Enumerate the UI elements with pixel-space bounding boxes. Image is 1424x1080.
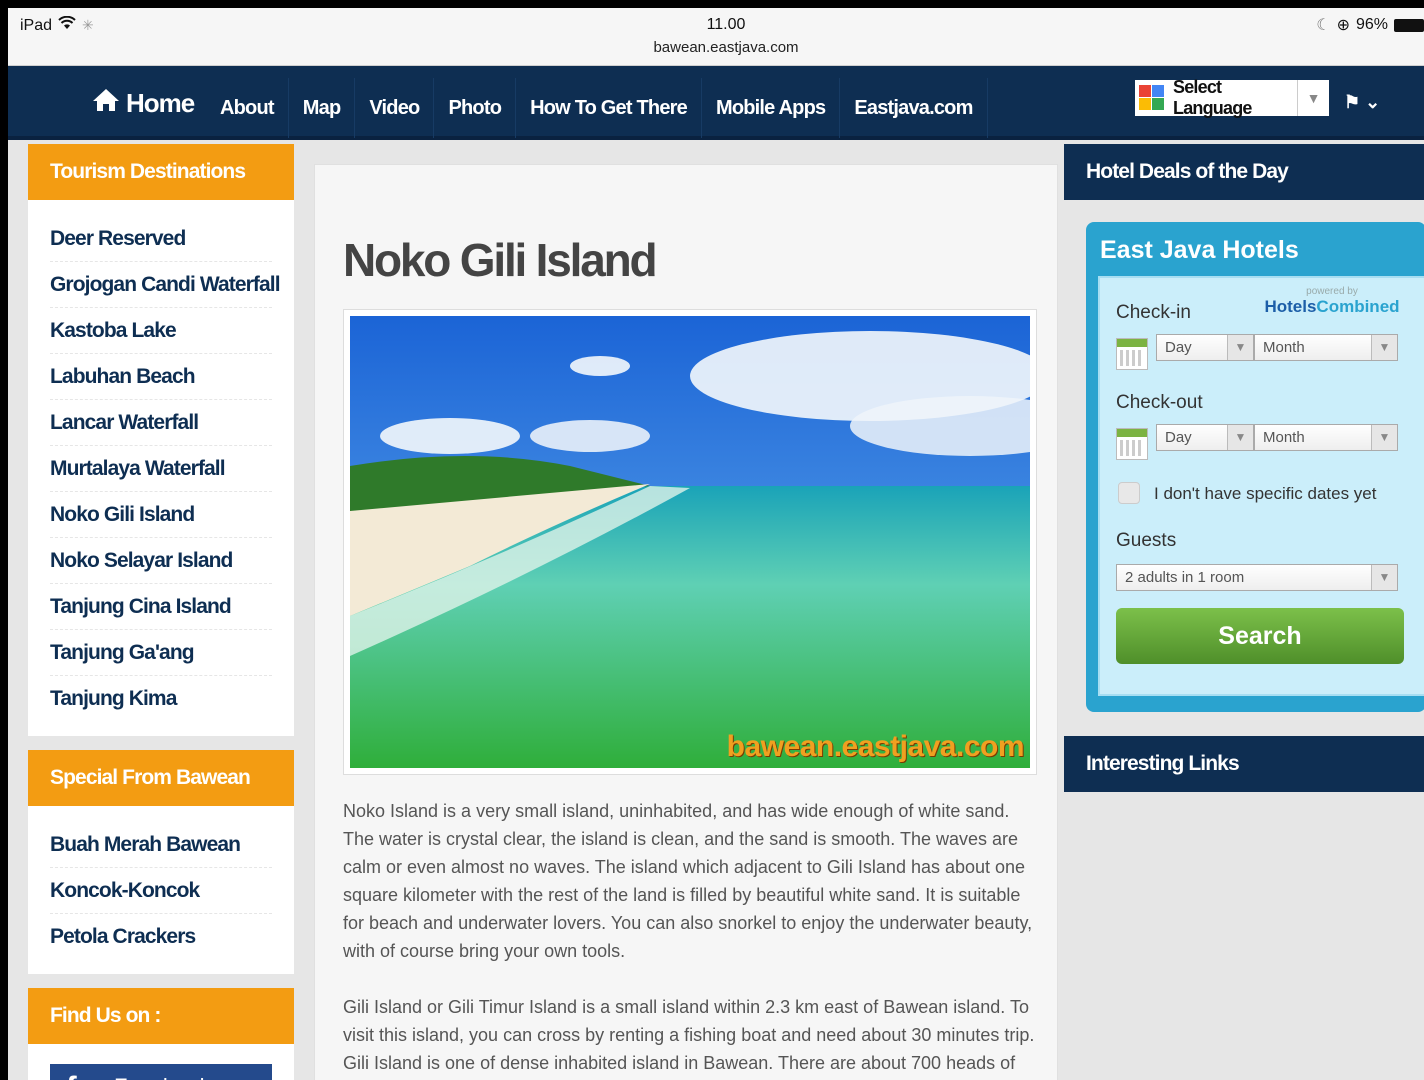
checkin-calendar-icon[interactable] (1116, 338, 1148, 370)
sidebar-item-tanjung-cina[interactable]: Tanjung Cina Island (50, 584, 272, 630)
checkin-day-select[interactable]: Day ▼ (1156, 334, 1254, 361)
checkin-month-value: Month (1263, 339, 1305, 356)
nav-photo[interactable]: Photo (434, 78, 517, 138)
sidebar-item-labuhan[interactable]: Labuhan Beach (50, 354, 272, 400)
sidebar-item-kastoba[interactable]: Kastoba Lake (50, 308, 272, 354)
hc-brand-b: Combined (1316, 297, 1400, 316)
checkout-day-select[interactable]: Day ▼ (1156, 424, 1254, 451)
guests-value: 2 adults in 1 room (1125, 569, 1245, 586)
article-paragraph-1: Noko Island is a very small island, unin… (343, 801, 1033, 961)
special-list: Buah Merah Bawean Koncok-Koncok Petola C… (28, 806, 294, 974)
widget-form: powered by HotelsCombined Check-in Day ▼… (1098, 276, 1424, 696)
hotel-search-widget: East Java Hotels powered by HotelsCombin… (1086, 222, 1424, 712)
photo-watermark: bawean.eastjava.com (726, 730, 1025, 763)
hc-brand-a: Hotels (1264, 297, 1317, 316)
home-icon (92, 88, 120, 119)
sidebar-item-noko-selayar[interactable]: Noko Selayar Island (50, 538, 272, 584)
nav-items: About Map Video Photo How To Get There M… (206, 78, 988, 138)
widget-title: East Java Hotels (1100, 236, 1299, 264)
facebook-label: Facebook (96, 1064, 211, 1080)
article: Noko Gili Island bawean.eastjava.com Nok… (314, 164, 1058, 1080)
chevron-down-icon: ▼ (1297, 80, 1329, 116)
hotel-deals-header: Hotel Deals of the Day (1064, 144, 1424, 200)
battery-icon (1394, 18, 1424, 32)
right-sidebar: Hotel Deals of the Day East Java Hotels … (1064, 144, 1424, 792)
chevron-down-icon: ▼ (1371, 425, 1397, 450)
flag-menu-icon[interactable]: ⚑ ⌄ (1344, 92, 1380, 113)
status-right: ☾ ⊕ 96% (1316, 15, 1424, 35)
nav-mobile-apps[interactable]: Mobile Apps (702, 78, 841, 138)
checkin-day-value: Day (1165, 339, 1192, 356)
sidebar-item-lancar[interactable]: Lancar Waterfall (50, 400, 272, 446)
powered-by-text: powered by (1306, 286, 1358, 297)
browser-frame: iPad ✳ 11.00 bawean.eastjava.com ☾ ⊕ 96%… (8, 8, 1424, 1080)
facebook-icon: f (50, 1064, 96, 1080)
language-label: Select Language (1173, 77, 1252, 118)
no-dates-label: I don't have specific dates yet (1154, 484, 1377, 503)
clock: 11.00 (706, 16, 746, 33)
checkin-label: Check-in (1116, 302, 1191, 323)
checkout-month-select[interactable]: Month ▼ (1254, 424, 1398, 451)
interesting-links-section: Interesting Links (1064, 736, 1424, 792)
address-bar[interactable]: bawean.eastjava.com (8, 39, 1424, 56)
nav-video[interactable]: Video (355, 78, 435, 138)
article-paragraph-2: Gili Island or Gili Timur Island is a sm… (343, 997, 1035, 1073)
chevron-down-icon: ▼ (1371, 565, 1397, 590)
sidebar-item-noko-gili[interactable]: Noko Gili Island (50, 492, 272, 538)
sidebar-item-grojogan[interactable]: Grojogan Candi Waterfall (50, 262, 281, 308)
battery-percent: 96% (1355, 16, 1388, 33)
google-translate-icon (1139, 85, 1165, 111)
nav-home[interactable]: Home (92, 78, 195, 128)
tourism-header: Tourism Destinations (28, 144, 294, 200)
language-selector[interactable]: Select Language ▼ (1135, 77, 1329, 118)
checkin-month-select[interactable]: Month ▼ (1254, 334, 1398, 361)
interesting-links-header: Interesting Links (1064, 736, 1424, 792)
guests-select[interactable]: 2 adults in 1 room ▼ (1116, 564, 1398, 591)
article-photo-frame: bawean.eastjava.com (343, 309, 1037, 775)
sidebar-item-tanjung-kima[interactable]: Tanjung Kima (50, 676, 272, 722)
powered-by-logo: powered by HotelsCombined (1252, 286, 1412, 317)
left-sidebar: Tourism Destinations Deer Reserved Grojo… (28, 144, 294, 1080)
guests-label: Guests (1116, 530, 1177, 551)
moon-icon: ☾ (1316, 17, 1331, 34)
sidebar-item-buah-merah[interactable]: Buah Merah Bawean (50, 822, 272, 868)
sidebar-item-deer-reserved[interactable]: Deer Reserved (50, 216, 272, 262)
special-header: Special From Bawean (28, 750, 294, 806)
nav-about[interactable]: About (206, 78, 289, 138)
facebook-button[interactable]: f Facebook (50, 1064, 272, 1080)
chevron-down-icon: ▼ (1227, 335, 1253, 360)
sidebar-item-murtalaya[interactable]: Murtalaya Waterfall (50, 446, 272, 492)
checkout-month-value: Month (1263, 429, 1305, 446)
checkout-day-value: Day (1165, 429, 1192, 446)
chevron-down-icon: ▼ (1227, 425, 1253, 450)
nav-how-to-get-there[interactable]: How To Get There (516, 78, 702, 138)
chevron-down-icon: ▼ (1371, 335, 1397, 360)
sidebar-item-tanjung-gaang[interactable]: Tanjung Ga'ang (50, 630, 272, 676)
checkout-calendar-icon[interactable] (1116, 428, 1148, 460)
tourism-list: Deer Reserved Grojogan Candi Waterfall K… (28, 200, 294, 736)
findus-header: Find Us on : (28, 988, 294, 1044)
nav-eastjava[interactable]: Eastjava.com (840, 78, 988, 138)
sidebar-item-petola[interactable]: Petola Crackers (50, 914, 272, 960)
rotation-lock-icon: ⊕ (1336, 17, 1350, 34)
nav-map[interactable]: Map (289, 78, 356, 138)
checkout-label: Check-out (1116, 392, 1203, 413)
sidebar-item-koncok[interactable]: Koncok-Koncok (50, 868, 272, 914)
search-button[interactable]: Search (1116, 608, 1404, 664)
no-dates-checkbox[interactable] (1118, 482, 1140, 504)
status-bar: iPad ✳ 11.00 bawean.eastjava.com ☾ ⊕ 96% (8, 8, 1424, 66)
beach-photo: bawean.eastjava.com (350, 316, 1030, 768)
hotelscombined-logo: HotelsCombined (1252, 297, 1412, 317)
main-nav: Home About Map Video Photo How To Get Th… (8, 66, 1424, 140)
social-section: f Facebook (28, 1044, 294, 1080)
page-title: Noko Gili Island (343, 234, 658, 286)
beach-illustration (350, 316, 1030, 768)
nav-home-label: Home (126, 87, 195, 118)
